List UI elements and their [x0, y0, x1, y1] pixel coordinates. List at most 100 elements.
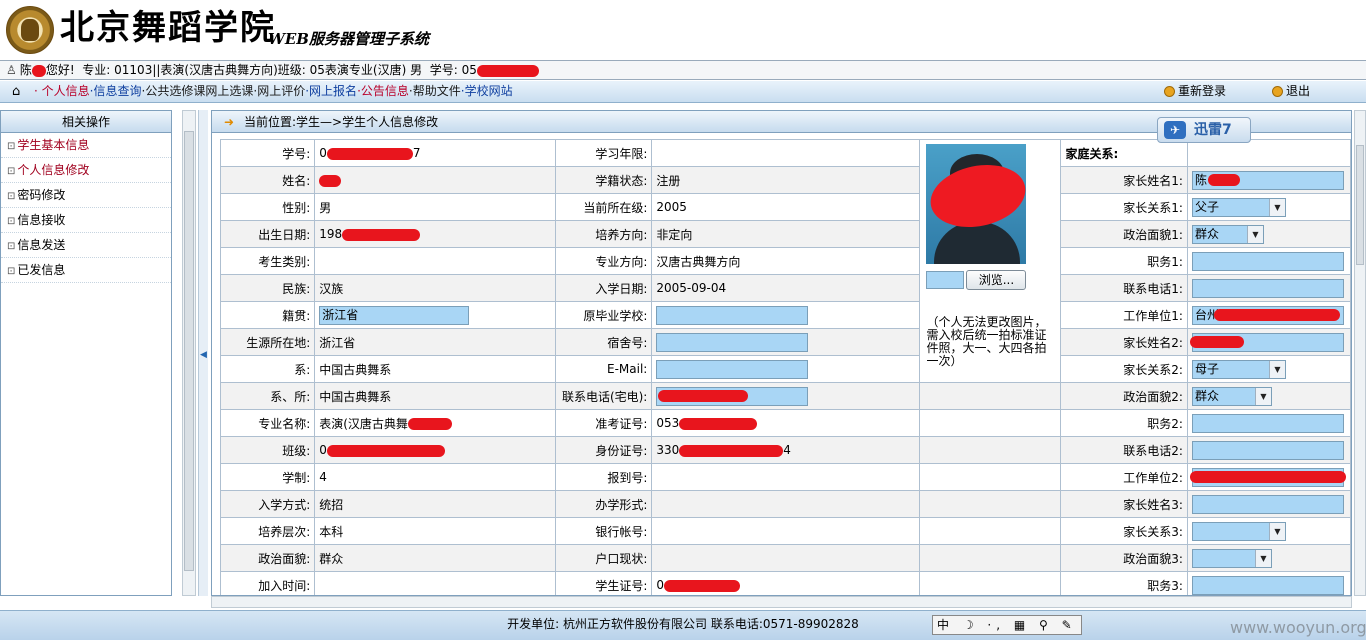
xunlei-floating-button[interactable]: ✈ 迅雷7: [1157, 117, 1251, 143]
text-input[interactable]: 浙江省: [319, 305, 470, 325]
field-value[interactable]: 台州: [1186, 301, 1351, 329]
field-value-text: 2005: [656, 200, 687, 214]
empty-cell: [919, 490, 1062, 518]
field-value[interactable]: 父子 ▼: [1186, 193, 1351, 221]
field-value-text: 本科: [319, 524, 344, 539]
nav-help-files[interactable]: 帮助文件: [413, 84, 461, 98]
chevron-down-icon[interactable]: ▼: [1246, 225, 1263, 243]
empty-cell: [919, 436, 1062, 464]
ime-toolbar[interactable]: 中 ☽ ·, ▦ ⚲ ✎: [932, 615, 1082, 635]
field-value[interactable]: [651, 355, 921, 383]
select-dropdown[interactable]: ▼: [1191, 521, 1286, 541]
nav-personal-info[interactable]: 个人信息: [42, 84, 90, 98]
nav-online-evaluation[interactable]: 网上评价: [257, 84, 305, 98]
field-value[interactable]: [1186, 328, 1351, 356]
user-student-no: 学号: 05: [429, 63, 477, 77]
nav-announcements[interactable]: 公告信息: [361, 84, 409, 98]
chevron-down-icon[interactable]: ▼: [1268, 522, 1285, 540]
table-row: 入学方式: 统招 办学形式: 家长姓名3:: [219, 490, 1351, 518]
field-value[interactable]: ▼: [1186, 544, 1351, 572]
photo-file-input[interactable]: [926, 271, 965, 289]
scrollbar-thumb[interactable]: [1356, 145, 1364, 265]
redaction-mark: [1189, 471, 1346, 483]
field-value-text: 注册: [656, 173, 681, 188]
collapse-arrow-icon[interactable]: ◀: [200, 350, 207, 360]
text-input[interactable]: [1191, 440, 1344, 460]
nav-online-course[interactable]: 网上选课: [205, 84, 253, 98]
field-value[interactable]: 母子 ▼: [1186, 355, 1351, 383]
field-value[interactable]: [651, 382, 921, 410]
table-row: 培养层次: 本科 银行帐号: 家长关系3: ▼: [219, 517, 1351, 545]
sidebar-splitter[interactable]: ◀: [198, 110, 208, 596]
main-panel: ➜ 当前位置:学生—>学生个人信息修改 ✈ 迅雷7 学号: 0 7 学习年限: 浏览...…: [211, 110, 1352, 596]
field-value[interactable]: 陈: [1186, 166, 1351, 194]
redaction-mark: [326, 444, 445, 457]
chevron-down-icon[interactable]: ▼: [1268, 198, 1285, 216]
relogin-button[interactable]: 重新登录: [1164, 81, 1226, 102]
text-input[interactable]: [1191, 413, 1344, 433]
text-input[interactable]: [1191, 575, 1344, 595]
sidebar-item-sent-messages[interactable]: 已发信息: [1, 258, 171, 283]
field-value[interactable]: 浙江省: [314, 301, 556, 329]
text-input[interactable]: [1191, 278, 1344, 298]
sidebar-item-edit-info[interactable]: 个人信息修改: [1, 158, 171, 183]
field-value: 0: [314, 436, 556, 464]
table-row: 政治面貌: 群众 户口现状: 政治面貌3: ▼: [219, 544, 1351, 572]
field-value[interactable]: [1186, 571, 1351, 595]
text-input[interactable]: [656, 332, 809, 352]
sidebar-item-inbox[interactable]: 信息接收: [1, 208, 171, 233]
field-value[interactable]: [1186, 274, 1351, 302]
field-value: [1186, 139, 1351, 167]
text-input[interactable]: [1191, 251, 1344, 271]
field-value: 053: [651, 409, 921, 437]
chevron-down-icon[interactable]: ▼: [1268, 360, 1285, 378]
sidebar-scrollbar[interactable]: [182, 110, 196, 596]
redaction-mark: [31, 64, 46, 77]
scrollbar-thumb[interactable]: [184, 131, 194, 571]
nav-info-query[interactable]: 信息查询: [94, 84, 142, 98]
home-icon[interactable]: ⌂: [12, 81, 20, 102]
nav-online-registration[interactable]: 网上报名: [309, 84, 357, 98]
field-value-text: 0: [319, 146, 327, 160]
field-value[interactable]: [1186, 463, 1351, 491]
select-dropdown[interactable]: ▼: [1191, 548, 1272, 568]
field-value[interactable]: [651, 301, 921, 329]
xunlei-bird-icon: ✈: [1164, 121, 1186, 139]
field-value[interactable]: 群众 ▼: [1186, 220, 1351, 248]
field-value: 0: [651, 571, 921, 595]
field-value[interactable]: ▼: [1186, 517, 1351, 545]
field-value[interactable]: [1186, 409, 1351, 437]
text-input[interactable]: [656, 305, 809, 325]
select-dropdown[interactable]: 父子 ▼: [1191, 197, 1286, 217]
field-value[interactable]: [1186, 247, 1351, 275]
field-value[interactable]: [651, 328, 921, 356]
sidebar-item-change-password[interactable]: 密码修改: [1, 183, 171, 208]
field-value[interactable]: 群众 ▼: [1186, 382, 1351, 410]
field-value: [651, 544, 921, 572]
select-dropdown[interactable]: 群众 ▼: [1191, 386, 1272, 406]
chevron-down-icon[interactable]: ▼: [1254, 387, 1271, 405]
text-input[interactable]: [656, 359, 809, 379]
empty-cell: [919, 409, 1062, 437]
table-row: 性别: 男 当前所在级: 2005 家长关系1: 父子 ▼: [219, 193, 1351, 221]
browse-button[interactable]: 浏览...: [966, 270, 1027, 290]
field-value[interactable]: [1186, 436, 1351, 464]
empty-cell: [919, 517, 1062, 545]
main-vertical-scrollbar[interactable]: [1354, 110, 1366, 596]
chevron-down-icon[interactable]: ▼: [1254, 549, 1271, 567]
sidebar-item-send-message[interactable]: 信息发送: [1, 233, 171, 258]
nav-school-website[interactable]: 学校网站: [465, 84, 513, 98]
logout-button[interactable]: 退出: [1272, 81, 1310, 102]
field-value-text: 群众: [319, 551, 344, 566]
top-nav: ⌂ · 个人信息·信息查询·公共选修课网上选课·网上评价·网上报名·公告信息·帮…: [0, 81, 1366, 103]
nav-public-elective[interactable]: 公共选修课: [145, 84, 205, 98]
select-dropdown[interactable]: 群众 ▼: [1191, 224, 1264, 244]
text-input[interactable]: [1191, 494, 1344, 514]
main-horizontal-scrollbar[interactable]: [211, 596, 1352, 608]
field-value-text: 男: [319, 200, 332, 215]
sidebar-item-basic-info[interactable]: 学生基本信息: [1, 133, 171, 158]
field-value[interactable]: [1186, 490, 1351, 518]
field-label: 联系电话1:: [1060, 274, 1188, 302]
select-dropdown[interactable]: 母子 ▼: [1191, 359, 1286, 379]
redaction-mark: [926, 156, 1027, 236]
